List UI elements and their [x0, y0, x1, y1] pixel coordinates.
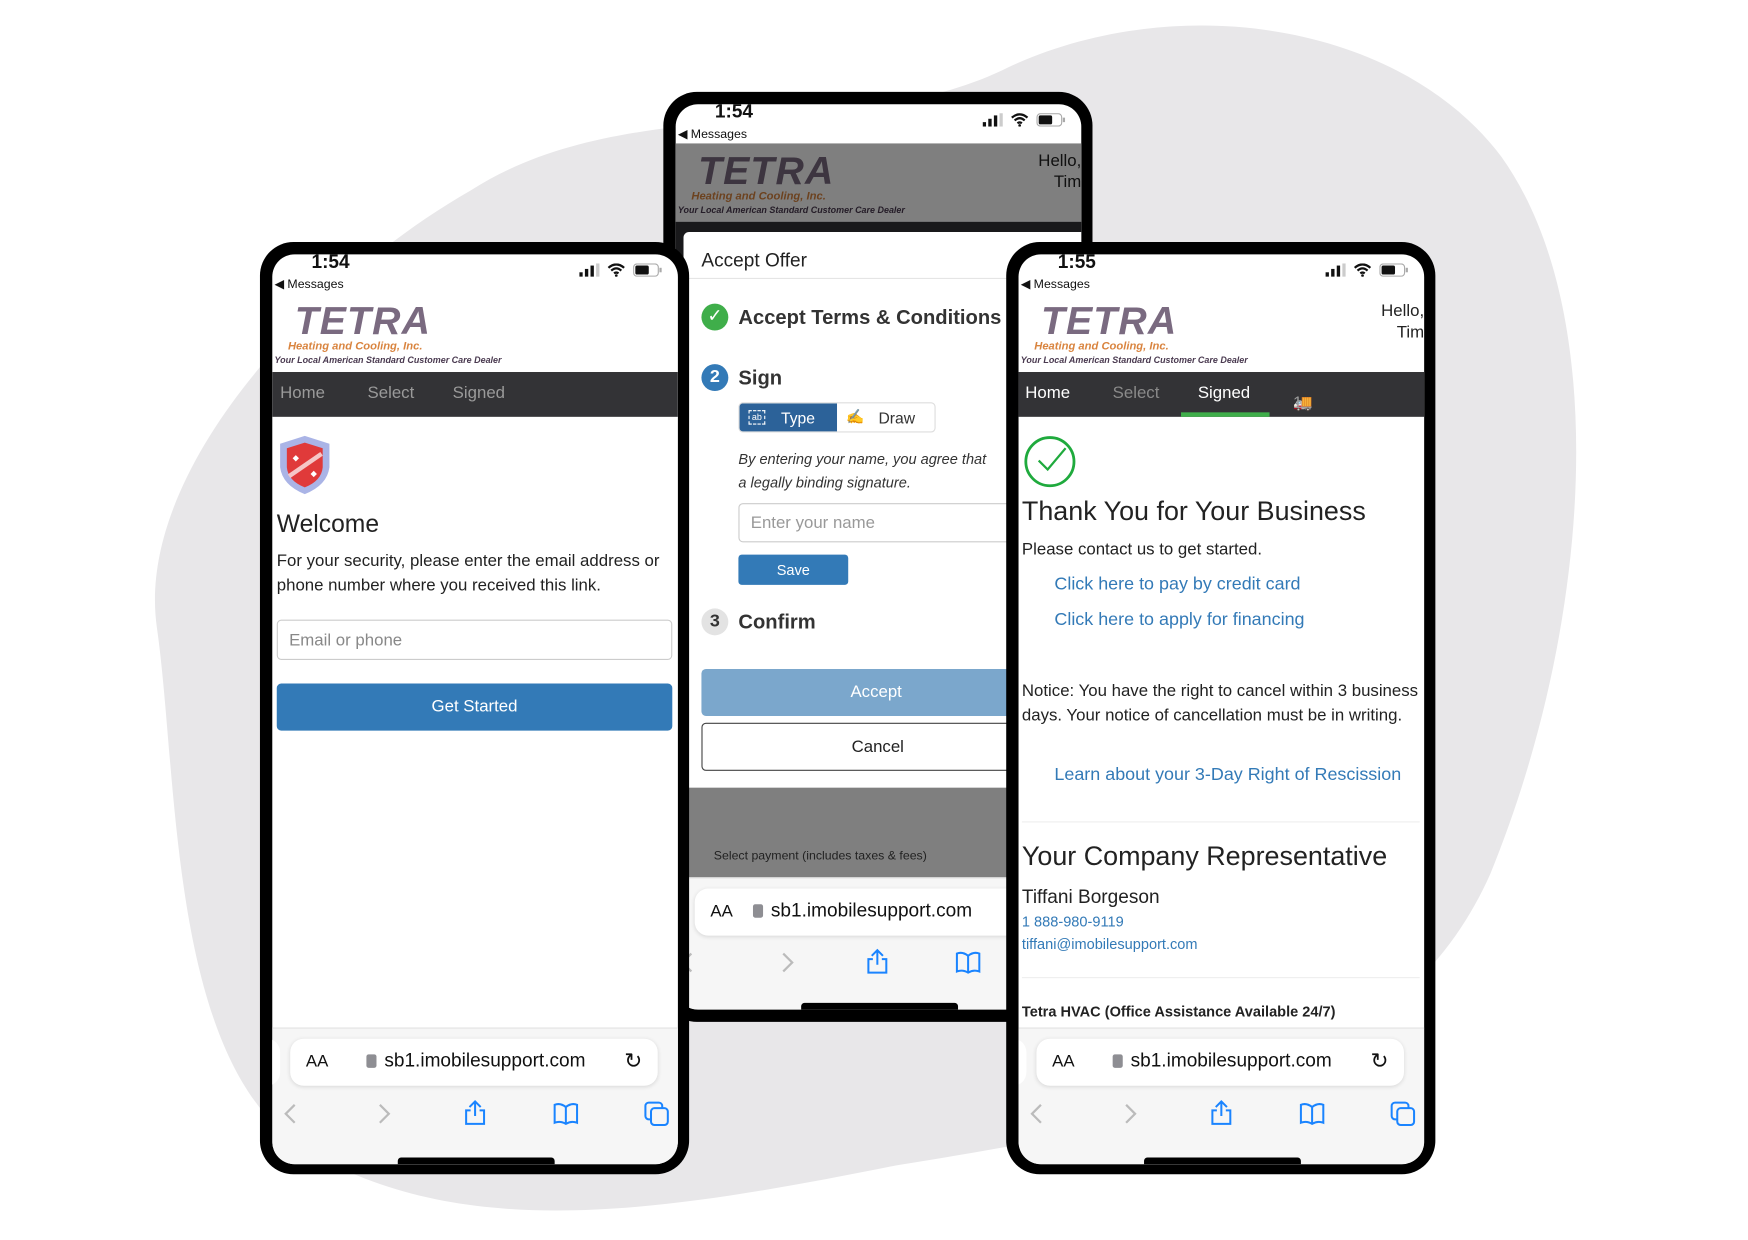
main-nav: Home Select Signed 🚚 1 — [1018, 372, 1425, 417]
text-size-button[interactable]: AA — [710, 902, 732, 921]
signal-icon — [982, 113, 1003, 127]
bookmarks-icon[interactable] — [955, 949, 982, 976]
rep-phone-link[interactable]: 1 888-980-9119 — [1022, 913, 1124, 930]
rep-email-link[interactable]: tiffani@imobilesupport.com — [1022, 936, 1198, 953]
rep-name: Tiffani Borgeson — [1021, 886, 1160, 908]
tetra-logo[interactable]: TETRAHeating and Cooling, Inc.Your Local… — [1019, 299, 1288, 371]
get-started-button[interactable]: Get Started — [276, 683, 673, 731]
address-bar[interactable]: AA sb1.imobilesupport.com ↻ — [1036, 1038, 1404, 1086]
url-text: sb1.imobilesupport.com — [770, 899, 973, 922]
status-time: 1:55 — [1057, 254, 1096, 273]
text-size-button[interactable]: AA — [306, 1052, 328, 1071]
tabs-icon[interactable] — [1389, 1100, 1416, 1127]
phone-signed: 1:55 ◀ Messages TETRA Heating and Cooling… — [1006, 242, 1436, 1175]
share-icon[interactable] — [1208, 1099, 1235, 1126]
share-icon[interactable] — [462, 1099, 489, 1126]
wifi-icon — [1011, 113, 1029, 127]
nav-signed[interactable]: Signed — [1198, 383, 1250, 402]
nav-select[interactable]: Select — [1113, 383, 1160, 402]
modal-title: Accept Offer — [701, 249, 807, 272]
welcome-title: Welcome — [276, 509, 380, 538]
signal-icon — [579, 263, 600, 277]
bookmarks-icon[interactable] — [1299, 1100, 1326, 1127]
signature-name-input[interactable]: Enter your name — [738, 503, 1030, 543]
back-icon[interactable] — [279, 1100, 306, 1127]
step-1-label: Accept Terms & Conditions — [738, 305, 1002, 329]
sign-mode-toggle: ab Type ✍ Draw — [738, 402, 936, 433]
status-time: 1:54 — [311, 254, 350, 273]
home-indicator — [801, 1002, 959, 1010]
text-size-button[interactable]: AA — [1052, 1052, 1074, 1071]
main-nav: Home Select Signed — [272, 372, 678, 417]
status-icons — [982, 113, 1066, 127]
nav-home[interactable]: Home — [1025, 383, 1070, 402]
browser-toolbar: AA sb1.imobilesupport.com ↻ — [1018, 1027, 1425, 1165]
wifi-icon — [607, 263, 625, 277]
step-2-number: 2 — [701, 364, 729, 392]
battery-icon — [633, 263, 662, 277]
wifi-icon — [1353, 263, 1372, 277]
back-icon[interactable] — [1025, 1100, 1052, 1127]
reload-icon[interactable]: ↻ — [624, 1049, 642, 1075]
nav-signed[interactable]: Signed — [453, 383, 505, 402]
battery-icon — [1379, 263, 1408, 277]
forward-icon[interactable] — [1117, 1100, 1144, 1127]
tetra-logo[interactable]: TETRAHeating and Cooling, Inc.Your Local… — [272, 299, 541, 371]
apply-financing-link[interactable]: Click here to apply for financing — [1054, 611, 1304, 631]
save-button[interactable]: Save — [738, 554, 849, 585]
url-text: sb1.imobilesupport.com — [1130, 1049, 1332, 1072]
pay-credit-card-link[interactable]: Click here to pay by credit card — [1054, 575, 1300, 595]
url-text: sb1.imobilesupport.com — [384, 1049, 586, 1072]
security-shield-icon — [280, 435, 330, 495]
address-bar[interactable]: AA sb1.imobilesupport.com ↻ — [290, 1038, 658, 1086]
success-check-icon — [1024, 436, 1076, 488]
type-mode-button[interactable]: ab Type — [739, 403, 838, 432]
reload-icon[interactable]: ↻ — [1370, 1049, 1388, 1075]
nav-select[interactable]: Select — [368, 383, 415, 402]
thank-you-title: Thank You for Your Business — [1021, 496, 1366, 527]
representative-heading: Your Company Representative — [1021, 841, 1388, 872]
accept-button[interactable]: Accept — [701, 668, 1038, 716]
tabs-icon[interactable] — [643, 1100, 670, 1127]
back-to-messages[interactable]: ◀ Messages — [275, 277, 344, 291]
draw-mode-button[interactable]: ✍ Draw — [837, 403, 934, 431]
welcome-description: For your security, please enter the emai… — [276, 551, 660, 595]
lock-icon — [1112, 1054, 1123, 1068]
status-time: 1:54 — [714, 104, 754, 123]
agreement-text: By entering your name, you agree that a l… — [738, 450, 987, 491]
back-to-messages[interactable]: ◀ Messages — [1021, 277, 1090, 291]
cancel-button[interactable]: Cancel — [701, 722, 1038, 771]
bookmarks-icon[interactable] — [552, 1100, 579, 1127]
lock-icon — [752, 904, 764, 918]
browser-toolbar: AA sb1.imobilesupport.com ↻ — [272, 1027, 678, 1165]
nav-home[interactable]: Home — [280, 383, 325, 402]
home-indicator — [397, 1157, 555, 1165]
signal-icon — [1325, 263, 1346, 277]
text-box-icon: ab — [748, 410, 766, 425]
forward-icon[interactable] — [371, 1100, 398, 1127]
step-2-label: Sign — [738, 366, 783, 389]
active-tab-indicator — [1181, 412, 1270, 417]
step-3-label: Confirm — [738, 610, 816, 634]
select-payment-text: Select payment (includes taxes & fees) — [713, 849, 927, 863]
battery-icon — [1036, 113, 1066, 127]
status-icons — [579, 263, 662, 277]
lock-icon — [366, 1054, 377, 1068]
stage: 1:54 ◀ Messages TETRAHeating and Cooling… — [0, 0, 1748, 1240]
pen-draw-icon: ✍ — [845, 407, 865, 425]
email-or-phone-input[interactable]: Email or phone — [276, 619, 673, 660]
contact-text: Please contact us to get started. — [1021, 540, 1263, 560]
home-indicator — [1144, 1157, 1301, 1165]
phone-welcome: 1:54 ◀ Messages TETRA Heating and Cooling… — [259, 242, 690, 1175]
rescission-link[interactable]: Learn about your 3-Day Right of Rescissi… — [1054, 765, 1401, 785]
office-heading: Tetra HVAC (Office Assistance Available … — [1021, 1002, 1336, 1020]
forward-icon[interactable] — [774, 949, 801, 976]
back-to-messages[interactable]: ◀ Messages — [678, 127, 747, 141]
step-3-number: 3 — [701, 608, 729, 636]
greeting: Hello,Tim — [1381, 301, 1425, 342]
share-icon[interactable] — [864, 948, 891, 975]
status-icons — [1325, 263, 1409, 277]
step-complete-check-icon: ✓ — [701, 303, 729, 331]
cancellation-notice: Notice: You have the right to cancel wit… — [1021, 681, 1419, 725]
